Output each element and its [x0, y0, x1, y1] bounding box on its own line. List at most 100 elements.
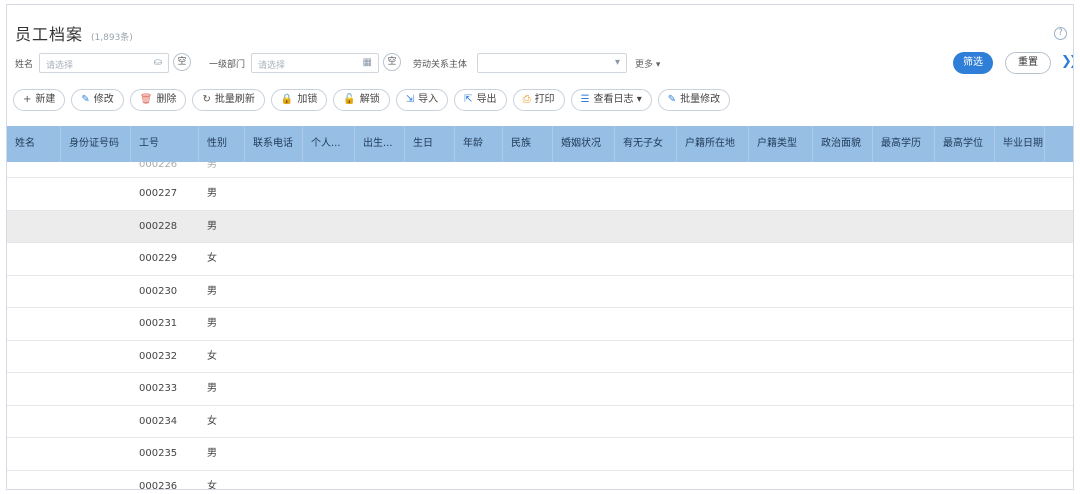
- table-row[interactable]: 000228 男: [7, 210, 1073, 243]
- table-cell: [935, 162, 995, 177]
- column-header[interactable]: 毕业日期: [995, 126, 1045, 162]
- table-cell: [813, 341, 873, 373]
- table-cell: [873, 438, 935, 470]
- table-cell: [61, 438, 131, 470]
- column-header[interactable]: 出生...: [355, 126, 405, 162]
- name-empty-button[interactable]: 空: [173, 53, 191, 71]
- table-cell: [503, 276, 553, 308]
- table-row[interactable]: 000230 男: [7, 276, 1073, 308]
- name-select[interactable]: 请选择 ⛀: [39, 53, 169, 73]
- table-cell: [677, 308, 749, 340]
- batch-refresh-button[interactable]: ↻ 批量刷新: [192, 89, 265, 111]
- table-cell: [7, 438, 61, 470]
- table-row[interactable]: 000227 男: [7, 178, 1073, 211]
- table-cell: [303, 178, 355, 210]
- table-cell: [935, 178, 995, 210]
- lock-button[interactable]: 🔒 加锁: [270, 89, 328, 111]
- table-cell: [61, 406, 131, 438]
- name-label: 姓名: [15, 60, 34, 70]
- gender-cell: 男: [207, 220, 217, 232]
- column-header[interactable]: 年龄: [455, 126, 503, 162]
- unlock-button-label: 解锁: [359, 94, 380, 105]
- table-cell: [615, 438, 677, 470]
- table-cell: [749, 471, 813, 490]
- column-header[interactable]: 生日: [405, 126, 455, 162]
- unlock-button[interactable]: 🔓 解锁: [333, 89, 390, 111]
- table-cell: [995, 471, 1045, 490]
- column-header[interactable]: 政治面貌: [813, 126, 873, 162]
- table-cell: [245, 211, 303, 243]
- table-cell: [503, 373, 553, 405]
- export-button[interactable]: ⇱ 导出: [454, 89, 507, 111]
- table-cell: [677, 276, 749, 308]
- table-cell: [935, 211, 995, 243]
- column-header[interactable]: 性别: [199, 126, 245, 162]
- column-header[interactable]: 户籍所在地: [677, 126, 749, 162]
- table-cell: [355, 276, 405, 308]
- column-header[interactable]: 最高学位: [935, 126, 995, 162]
- print-button[interactable]: ⎙ 打印: [512, 89, 565, 111]
- table-cell: [995, 373, 1045, 405]
- table-row[interactable]: 000231 男: [7, 308, 1073, 341]
- table-cell: [245, 178, 303, 210]
- table-cell: [813, 162, 873, 177]
- column-header[interactable]: 户籍类型: [749, 126, 813, 162]
- employee-id-cell: 000231: [139, 318, 178, 329]
- title-bar: 员工档案 (1,893条): [15, 21, 133, 44]
- table-cell: [355, 162, 405, 177]
- table-cell: [749, 162, 813, 177]
- column-header[interactable]: 民族: [503, 126, 553, 162]
- table-cell: [813, 471, 873, 490]
- table-cell: [245, 341, 303, 373]
- import-button[interactable]: ⇲ 导入: [395, 89, 449, 111]
- table-row[interactable]: 000235 男: [7, 438, 1073, 471]
- filter-button[interactable]: 筛选: [953, 52, 993, 74]
- toolbar: + 新建 ✎ 修改 🗑 删除 ↻ 批量刷新 🔒 加锁 🔓 解锁 ⇲ 导入 ⇱ 导出 ⎙ 打印 ☰ 查看日志 ▾ ✎ 批量修…: [13, 89, 731, 113]
- table-cell: [813, 178, 873, 210]
- column-header[interactable]: 工号: [131, 126, 199, 162]
- edit-button[interactable]: ✎ 修改: [71, 89, 124, 111]
- view-log-button[interactable]: ☰ 查看日志 ▾: [570, 89, 652, 111]
- table-row[interactable]: 000234 女: [7, 406, 1073, 438]
- column-header[interactable]: 有无子女: [615, 126, 677, 162]
- table-cell: [995, 162, 1045, 177]
- print-button-label: 打印: [534, 94, 555, 105]
- column-header[interactable]: 联系电话: [245, 126, 303, 162]
- column-header[interactable]: 婚姻状况: [553, 126, 615, 162]
- column-header[interactable]: 最高学历: [873, 126, 935, 162]
- dept-empty-button[interactable]: 空: [383, 53, 401, 71]
- dept-select[interactable]: 请选择 ▦: [251, 53, 379, 73]
- table-cell: [813, 211, 873, 243]
- table-cell: [455, 406, 503, 438]
- double-chevron-right-icon[interactable]: ❯❯: [1061, 54, 1073, 69]
- table-row[interactable]: 000229 女: [7, 243, 1073, 276]
- table-cell: [61, 178, 131, 210]
- table-cell: [873, 373, 935, 405]
- table-cell: [615, 276, 677, 308]
- delete-button[interactable]: 🗑 删除: [129, 89, 187, 111]
- table-cell: [503, 162, 553, 177]
- table-cell: [455, 178, 503, 210]
- help-icon[interactable]: ?: [1054, 27, 1067, 40]
- table-cell: [749, 178, 813, 210]
- table-cell: [615, 211, 677, 243]
- table-cell: [405, 438, 455, 470]
- table-row[interactable]: 000226 男: [7, 162, 1073, 178]
- table-row[interactable]: 000232 女: [7, 341, 1073, 373]
- new-button[interactable]: + 新建: [13, 89, 66, 111]
- relation-select[interactable]: ▾: [477, 53, 627, 73]
- column-header[interactable]: 个人...: [303, 126, 355, 162]
- table-cell: [355, 211, 405, 243]
- gender-cell: 男: [207, 285, 217, 297]
- chevron-down-icon: ▾: [655, 60, 661, 70]
- reset-button[interactable]: 重置: [1005, 52, 1051, 74]
- column-header[interactable]: 姓名: [7, 126, 61, 162]
- table-cell: [7, 243, 61, 275]
- table-row[interactable]: 000236 女: [7, 471, 1073, 490]
- table-row[interactable]: 000233 男: [7, 373, 1073, 406]
- table-cell: [355, 308, 405, 340]
- more-filters-link[interactable]: 更多 ▾: [635, 57, 660, 70]
- column-header[interactable]: 身份证号码: [61, 126, 131, 162]
- table-cell: [749, 438, 813, 470]
- batch-edit-button[interactable]: ✎ 批量修改: [657, 89, 731, 111]
